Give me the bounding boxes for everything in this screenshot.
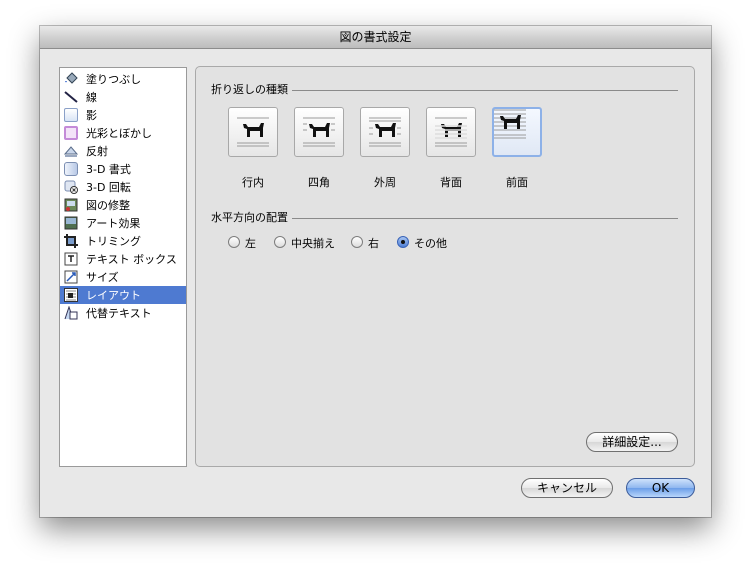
format-picture-dialog: 図の書式設定 塗りつぶし 線 影 光彩とぼかし 反射 3-D 書式 3-D 回転…: [40, 26, 711, 517]
align-other-radio[interactable]: [397, 236, 409, 248]
align-left-radio[interactable]: [228, 236, 240, 248]
sidebar-item-fill[interactable]: 塗りつぶし: [60, 70, 186, 88]
layout-panel: 折り返しの種類 行内 四角 外周 背面 前面 水平方向の配置 左 中央揃え 右 …: [195, 66, 695, 467]
text-box-icon: [64, 252, 78, 266]
sidebar-item-picture-correction[interactable]: 図の修整: [60, 196, 186, 214]
glow-icon: [64, 126, 78, 140]
wrap-in-front-label: 前面: [506, 176, 528, 189]
ok-button[interactable]: OK: [626, 478, 695, 498]
picture-correction-icon: [64, 198, 78, 212]
cancel-button[interactable]: キャンセル: [521, 478, 613, 498]
sidebar-item-crop[interactable]: トリミング: [60, 232, 186, 250]
wrap-tight-label: 外周: [374, 176, 396, 189]
sidebar-item-3d-rotation[interactable]: 3-D 回転: [60, 178, 186, 196]
sidebar-item-3d-format[interactable]: 3-D 書式: [60, 160, 186, 178]
sidebar-item-label: 代替テキスト: [86, 307, 152, 320]
wrap-behind-text-label: 背面: [440, 176, 462, 189]
align-right-label[interactable]: 右: [368, 235, 379, 251]
wrap-behind-text-button[interactable]: [426, 107, 476, 157]
wrap-inline-label: 行内: [242, 176, 264, 189]
artistic-effects-icon: [64, 216, 78, 230]
sidebar-item-label: 図の修整: [86, 199, 130, 212]
sidebar-item-label: 光彩とぼかし: [86, 127, 152, 140]
sidebar-item-shadow[interactable]: 影: [60, 106, 186, 124]
align-center-radio[interactable]: [274, 236, 286, 248]
align-other-label[interactable]: その他: [414, 235, 447, 251]
wrap-section-divider: [292, 90, 678, 91]
line-icon: [64, 90, 78, 104]
alt-text-icon: [64, 305, 78, 320]
layout-icon: [64, 288, 78, 302]
3d-rotation-icon: [64, 180, 78, 194]
sidebar-item-label: アート効果: [86, 217, 141, 230]
size-icon: [64, 270, 78, 284]
align-right-radio[interactable]: [351, 236, 363, 248]
sidebar-item-alt-text[interactable]: 代替テキスト: [60, 304, 186, 322]
alignment-section-divider: [292, 218, 678, 219]
sidebar-item-label: 塗りつぶし: [86, 73, 142, 86]
sidebar-item-text-box[interactable]: テキスト ボックス: [60, 250, 186, 268]
wrap-square-button[interactable]: [294, 107, 344, 157]
wrap-inline-button[interactable]: [228, 107, 278, 157]
sidebar-item-label: 3-D 書式: [86, 163, 131, 176]
sidebar-item-line[interactable]: 線: [60, 88, 186, 106]
advanced-settings-button[interactable]: 詳細設定...: [586, 432, 678, 452]
category-list: 塗りつぶし 線 影 光彩とぼかし 反射 3-D 書式 3-D 回転 図の修整 ア…: [59, 67, 187, 467]
sidebar-item-label: 影: [86, 109, 97, 122]
wrap-in-front-button[interactable]: [492, 107, 542, 157]
crop-icon: [64, 234, 78, 248]
sidebar-item-label: 3-D 回転: [86, 181, 131, 194]
wrap-tight-button[interactable]: [360, 107, 410, 157]
dialog-title: 図の書式設定: [40, 26, 711, 49]
sidebar-item-label: サイズ: [86, 271, 119, 284]
sidebar-item-size[interactable]: サイズ: [60, 268, 186, 286]
wrap-section-label: 折り返しの種類: [211, 83, 288, 96]
sidebar-item-artistic-effects[interactable]: アート効果: [60, 214, 186, 232]
sidebar-item-label: 反射: [86, 145, 108, 158]
3d-format-icon: [64, 162, 78, 176]
sidebar-item-label: トリミング: [86, 235, 141, 248]
wrap-square-label: 四角: [308, 176, 330, 189]
reflection-icon: [63, 144, 79, 158]
sidebar-item-label: テキスト ボックス: [86, 253, 177, 266]
sidebar-item-layout[interactable]: レイアウト: [60, 286, 186, 304]
sidebar-item-glow[interactable]: 光彩とぼかし: [60, 124, 186, 142]
paint-bucket-icon: [64, 72, 78, 86]
align-center-label[interactable]: 中央揃え: [291, 235, 335, 251]
sidebar-item-reflection[interactable]: 反射: [60, 142, 186, 160]
shadow-icon: [64, 108, 78, 122]
align-left-label[interactable]: 左: [245, 235, 256, 251]
alignment-section-label: 水平方向の配置: [211, 211, 288, 224]
sidebar-item-label: 線: [86, 91, 97, 104]
sidebar-item-label: レイアウト: [86, 289, 141, 302]
